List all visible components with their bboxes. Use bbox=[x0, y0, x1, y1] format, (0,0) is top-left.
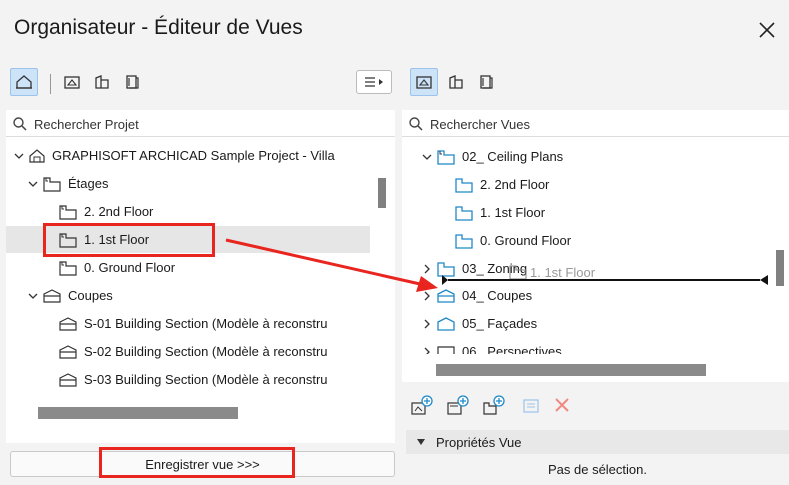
drag-arrow bbox=[225, 238, 438, 292]
organizer-window: Organisateur - Éditeur de Vues Recherche… bbox=[0, 0, 789, 485]
